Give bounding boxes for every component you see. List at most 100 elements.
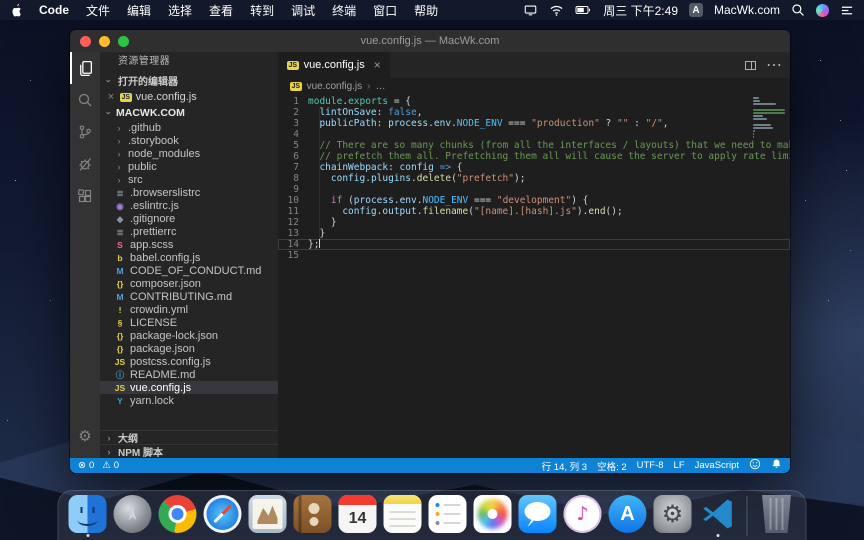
more-actions-icon[interactable]: ⋯ — [766, 55, 782, 75]
dock-finder-icon[interactable] — [69, 495, 107, 533]
dock-calendar-icon[interactable]: 14 — [339, 495, 377, 533]
file-row-crowdin.yml[interactable]: !crowdin.yml — [100, 303, 278, 316]
battery-icon[interactable] — [575, 4, 592, 16]
dock-mail-icon[interactable] — [249, 495, 287, 533]
problems-warnings[interactable]: ⚠ 0 — [102, 460, 119, 471]
dot-placeholder — [626, 534, 629, 537]
folder-row-.storybook[interactable]: ›.storybook — [100, 134, 278, 147]
code-editor[interactable]: 1module.exports = {2 lintOnSave: false,3… — [278, 94, 790, 458]
tab-vue-config[interactable]: JS vue.config.js × — [278, 52, 390, 78]
debug-icon[interactable] — [70, 148, 100, 180]
input-method-icon[interactable]: A — [689, 3, 703, 17]
close-icon[interactable]: × — [106, 91, 116, 103]
feedback-smiley-icon[interactable] — [749, 458, 761, 473]
dock-launchpad-icon[interactable] — [114, 495, 152, 533]
status-item[interactable]: 行 14, 列 3 — [542, 459, 587, 473]
code-line-10: 10 if (process.env.NODE_ENV === "develop… — [278, 195, 790, 206]
menu-item-1[interactable]: 文件 — [86, 2, 110, 19]
menu-item-7[interactable]: 终端 — [332, 2, 356, 19]
folder-row-node_modules[interactable]: ›node_modules — [100, 147, 278, 160]
close-window-button[interactable] — [80, 36, 91, 47]
menu-item-2[interactable]: 编辑 — [127, 2, 151, 19]
minimap[interactable] — [753, 97, 787, 142]
menu-items: 文件编辑选择查看转到调试终端窗口帮助 — [86, 2, 455, 19]
wifi-icon[interactable] — [549, 4, 564, 17]
vscode-window: vue.config.js — MacWk.com ⚙ 资源管理器 › 打开的编… — [70, 30, 790, 473]
close-tab-icon[interactable]: × — [374, 58, 381, 72]
status-item[interactable]: JavaScript — [695, 460, 739, 471]
minimize-window-button[interactable] — [99, 36, 110, 47]
open-editor-item[interactable]: × JS vue.config.js — [100, 89, 278, 105]
chevron-right-icon: › — [114, 123, 124, 133]
source-control-icon[interactable] — [70, 116, 100, 148]
menu-brand-label[interactable]: MacWk.com — [714, 3, 780, 17]
file-row-LICENSE[interactable]: §LICENSE — [100, 316, 278, 329]
dot-placeholder — [536, 534, 539, 537]
dock-safari-icon[interactable] — [204, 495, 242, 533]
file-row-README.md[interactable]: ⓘREADME.md — [100, 368, 278, 381]
error-icon: ⊗ — [78, 460, 86, 471]
dock-appstore-icon[interactable] — [609, 495, 647, 533]
file-row-.prettierrc[interactable]: ≣.prettierrc — [100, 225, 278, 238]
file-row-.gitignore[interactable]: ◆.gitignore — [100, 212, 278, 225]
workspace-root-header[interactable]: › MACWK.COM — [100, 105, 278, 121]
menu-item-app[interactable]: Code — [39, 3, 69, 17]
dock-notes-icon[interactable] — [384, 495, 422, 533]
problems-errors[interactable]: ⊗ 0 — [78, 460, 94, 471]
window-titlebar[interactable]: vue.config.js — MacWk.com — [70, 30, 790, 52]
file-row-CODE_OF_CONDUCT.md[interactable]: MCODE_OF_CONDUCT.md — [100, 264, 278, 277]
file-row-vue.config.js[interactable]: JSvue.config.js — [100, 381, 278, 394]
dock-contacts-icon[interactable] — [294, 495, 332, 533]
file-row-CONTRIBUTING.md[interactable]: MCONTRIBUTING.md — [100, 290, 278, 303]
search-icon[interactable] — [70, 84, 100, 116]
dock-trash-icon[interactable] — [758, 495, 796, 533]
file-row-package.json[interactable]: {}package.json — [100, 342, 278, 355]
open-editors-header[interactable]: › 打开的编辑器 — [100, 72, 278, 89]
menu-item-5[interactable]: 转到 — [250, 2, 274, 19]
dock-vscode-icon[interactable] — [699, 495, 737, 533]
status-item[interactable]: UTF-8 — [637, 460, 664, 471]
folder-row-src[interactable]: ›src — [100, 173, 278, 186]
menu-item-3[interactable]: 选择 — [168, 2, 192, 19]
zoom-window-button[interactable] — [118, 36, 129, 47]
status-item[interactable]: LF — [674, 460, 685, 471]
folder-row-public[interactable]: ›public — [100, 160, 278, 173]
file-row-.browserslistrc[interactable]: ≣.browserslistrc — [100, 186, 278, 199]
menu-item-9[interactable]: 帮助 — [414, 2, 438, 19]
npm-scripts-section-header[interactable]: › NPM 脚本 — [100, 444, 278, 458]
file-row-.eslintrc.js[interactable]: ◉.eslintrc.js — [100, 199, 278, 212]
apple-menu-icon[interactable] — [10, 3, 23, 18]
outline-section-header[interactable]: › 大纲 — [100, 430, 278, 444]
extensions-icon[interactable] — [70, 180, 100, 212]
dock-reminders-icon[interactable] — [429, 495, 467, 533]
display-icon[interactable] — [523, 3, 538, 17]
status-item[interactable]: 空格: 2 — [597, 459, 627, 473]
manage-gear-icon[interactable]: ⚙ — [70, 420, 100, 452]
menu-item-8[interactable]: 窗口 — [373, 2, 397, 19]
file-row-postcss.config.js[interactable]: JSpostcss.config.js — [100, 355, 278, 368]
file-row-package-lock.json[interactable]: {}package-lock.json — [100, 329, 278, 342]
menu-item-4[interactable]: 查看 — [209, 2, 233, 19]
explorer-icon[interactable] — [70, 52, 100, 84]
menu-item-6[interactable]: 调试 — [291, 2, 315, 19]
file-row-yarn.lock[interactable]: Yyarn.lock — [100, 394, 278, 407]
split-editor-icon[interactable] — [745, 61, 756, 70]
notification-center-icon[interactable] — [840, 4, 854, 17]
notifications-bell-icon[interactable] — [771, 458, 782, 473]
dock-itunes-icon[interactable] — [564, 495, 602, 533]
dock-system-preferences-icon[interactable] — [654, 495, 692, 533]
siri-icon[interactable] — [816, 4, 829, 17]
dock-chrome-icon[interactable] — [159, 495, 197, 533]
file-row-app.scss[interactable]: Sapp.scss — [100, 238, 278, 251]
code-line-15: 15 — [278, 250, 790, 261]
folder-row-.github[interactable]: ›.github — [100, 121, 278, 134]
spotlight-search-icon[interactable] — [791, 3, 805, 17]
file-row-composer.json[interactable]: {}composer.json — [100, 277, 278, 290]
dock-messages-icon[interactable] — [519, 495, 557, 533]
dock-photos-icon[interactable] — [474, 495, 512, 533]
indent-guide — [319, 107, 320, 239]
breadcrumb[interactable]: JS vue.config.js › … — [278, 78, 790, 94]
menu-clock[interactable]: 周三 下午2:49 — [603, 2, 678, 19]
file-type-icon: ◉ — [114, 200, 126, 212]
file-row-babel.config.js[interactable]: bbabel.config.js — [100, 251, 278, 264]
